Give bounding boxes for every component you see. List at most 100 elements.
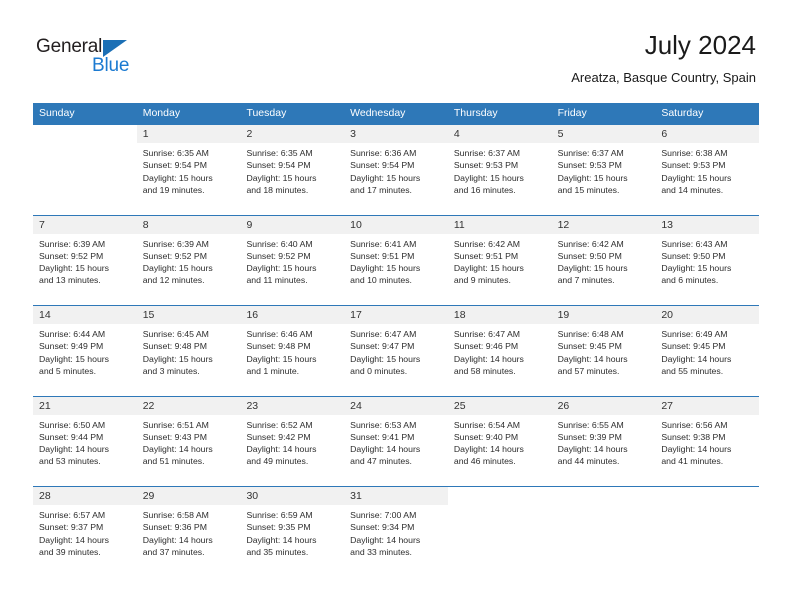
daylight-text-line2: and 57 minutes. <box>557 365 620 376</box>
daylight-text-line2: and 14 minutes. <box>661 184 724 195</box>
sunset-text: Sunset: 9:38 PM <box>661 431 726 442</box>
daylight-text-line1: Daylight: 15 hours <box>557 263 628 274</box>
day-number: 26 <box>557 399 570 412</box>
day-cell[interactable]: 9 Sunrise: 6:40 AM Sunset: 9:52 PM Dayli… <box>240 215 345 305</box>
day-details: Sunrise: 6:50 AM Sunset: 9:44 PM Dayligh… <box>33 415 137 468</box>
daylight-text-line1: Daylight: 14 hours <box>39 534 110 545</box>
sunset-text: Sunset: 9:53 PM <box>557 160 622 171</box>
daylight-text-line1: Daylight: 15 hours <box>557 172 628 183</box>
calendar-grid: Sunday Monday Tuesday Wednesday Thursday… <box>33 103 760 577</box>
day-cell[interactable]: 5 Sunrise: 6:37 AM Sunset: 9:53 PM Dayli… <box>551 125 656 215</box>
day-cell[interactable] <box>447 487 552 577</box>
day-number-band: 30 <box>240 487 345 505</box>
sunset-text: Sunset: 9:42 PM <box>246 431 311 442</box>
weekday-header-saturday: Saturday <box>661 107 704 119</box>
day-cell[interactable]: 6 Sunrise: 6:38 AM Sunset: 9:53 PM Dayli… <box>655 125 760 215</box>
day-details <box>655 505 759 509</box>
day-cell[interactable]: 16 Sunrise: 6:46 AM Sunset: 9:48 PM Dayl… <box>240 306 345 396</box>
day-cell[interactable]: 23 Sunrise: 6:52 AM Sunset: 9:42 PM Dayl… <box>240 396 345 486</box>
daylight-text-line2: and 12 minutes. <box>142 275 205 286</box>
daylight-text-line2: and 0 minutes. <box>350 365 408 376</box>
day-cell[interactable]: 11 Sunrise: 6:42 AM Sunset: 9:51 PM Dayl… <box>447 215 552 305</box>
daylight-text-line2: and 46 minutes. <box>453 456 516 467</box>
day-cell[interactable]: 4 Sunrise: 6:37 AM Sunset: 9:53 PM Dayli… <box>447 125 552 215</box>
daylight-text-line1: Daylight: 15 hours <box>246 263 317 274</box>
daylight-text-line1: Daylight: 15 hours <box>142 263 213 274</box>
day-cell[interactable]: 13 Sunrise: 6:43 AM Sunset: 9:50 PM Dayl… <box>655 215 760 305</box>
daylight-text-line1: Daylight: 14 hours <box>350 444 421 455</box>
sunset-text: Sunset: 9:54 PM <box>246 160 311 171</box>
day-cell[interactable] <box>551 487 656 577</box>
day-cell[interactable]: 18 Sunrise: 6:47 AM Sunset: 9:46 PM Dayl… <box>447 306 552 396</box>
day-cell[interactable] <box>655 487 760 577</box>
day-number-band: 14 <box>33 306 137 324</box>
day-cell[interactable]: 21 Sunrise: 6:50 AM Sunset: 9:44 PM Dayl… <box>33 396 137 486</box>
day-cell[interactable]: 2 Sunrise: 6:35 AM Sunset: 9:54 PM Dayli… <box>240 125 345 215</box>
day-details: Sunrise: 6:46 AM Sunset: 9:48 PM Dayligh… <box>240 324 344 377</box>
day-number-band: 3 <box>344 125 448 143</box>
day-cell[interactable]: 27 Sunrise: 6:56 AM Sunset: 9:38 PM Dayl… <box>655 396 760 486</box>
day-details: Sunrise: 6:48 AM Sunset: 9:45 PM Dayligh… <box>552 324 656 377</box>
sunrise-text: Sunrise: 6:52 AM <box>246 419 313 430</box>
daylight-text-line1: Daylight: 15 hours <box>246 172 317 183</box>
day-cell[interactable]: 10 Sunrise: 6:41 AM Sunset: 9:51 PM Dayl… <box>344 215 448 305</box>
day-cell[interactable] <box>33 125 137 215</box>
day-number-band: 1 <box>136 125 241 143</box>
weekday-header-row: Sunday Monday Tuesday Wednesday Thursday… <box>33 103 759 124</box>
day-number: 28 <box>39 490 51 502</box>
day-details: Sunrise: 6:37 AM Sunset: 9:53 PM Dayligh… <box>448 143 552 196</box>
day-cell[interactable]: 31 Sunrise: 7:00 AM Sunset: 9:34 PM Dayl… <box>344 487 448 577</box>
day-cell[interactable]: 17 Sunrise: 6:47 AM Sunset: 9:47 PM Dayl… <box>344 306 448 396</box>
daylight-text-line1: Daylight: 15 hours <box>350 172 421 183</box>
day-number-band: 25 <box>447 396 552 415</box>
sunrise-text: Sunrise: 6:48 AM <box>557 329 624 339</box>
day-cell[interactable]: 3 Sunrise: 6:36 AM Sunset: 9:54 PM Dayli… <box>344 125 448 215</box>
day-cell[interactable]: 22 Sunrise: 6:51 AM Sunset: 9:43 PM Dayl… <box>136 396 241 486</box>
day-details: Sunrise: 6:54 AM Sunset: 9:40 PM Dayligh… <box>448 415 552 468</box>
daylight-text-line2: and 49 minutes. <box>246 456 309 467</box>
daylight-text-line2: and 33 minutes. <box>350 546 412 557</box>
day-cell[interactable]: 30 Sunrise: 6:59 AM Sunset: 9:35 PM Dayl… <box>240 487 345 577</box>
day-cell[interactable]: 1 Sunrise: 6:35 AM Sunset: 9:54 PM Dayli… <box>136 125 241 215</box>
daylight-text-line2: and 44 minutes. <box>557 456 620 467</box>
day-cell[interactable]: 7 Sunrise: 6:39 AM Sunset: 9:52 PM Dayli… <box>33 215 137 305</box>
sunrise-text: Sunrise: 6:35 AM <box>142 148 209 158</box>
day-cell[interactable]: 28 Sunrise: 6:57 AM Sunset: 9:37 PM Dayl… <box>33 487 137 577</box>
day-cell[interactable]: 8 Sunrise: 6:39 AM Sunset: 9:52 PM Dayli… <box>136 215 241 305</box>
sunset-text: Sunset: 9:43 PM <box>142 431 207 442</box>
day-details: Sunrise: 6:35 AM Sunset: 9:54 PM Dayligh… <box>137 143 241 196</box>
day-cell[interactable]: 26 Sunrise: 6:55 AM Sunset: 9:39 PM Dayl… <box>551 396 656 486</box>
daylight-text-line1: Daylight: 15 hours <box>453 263 524 274</box>
general-blue-logo: General Blue <box>36 36 146 80</box>
sunrise-text: Sunrise: 6:47 AM <box>350 329 417 339</box>
weekday-header-tuesday: Tuesday <box>246 107 287 119</box>
daylight-text-line1: Daylight: 15 hours <box>350 263 421 274</box>
logo-text-blue: Blue <box>92 55 130 76</box>
day-cell[interactable]: 29 Sunrise: 6:58 AM Sunset: 9:36 PM Dayl… <box>136 487 241 577</box>
weekday-header-monday: Monday <box>142 107 181 119</box>
daylight-text-line1: Daylight: 14 hours <box>453 353 524 364</box>
calendar-page: General Blue July 2024 Areatza, Basque C… <box>0 0 792 612</box>
day-cell[interactable]: 19 Sunrise: 6:48 AM Sunset: 9:45 PM Dayl… <box>551 306 656 396</box>
daylight-text-line2: and 37 minutes. <box>142 546 205 557</box>
day-number: 1 <box>142 128 149 140</box>
sunrise-text: Sunrise: 6:49 AM <box>661 329 728 339</box>
day-number: 2 <box>246 128 253 140</box>
day-details: Sunrise: 6:40 AM Sunset: 9:52 PM Dayligh… <box>240 234 344 287</box>
daylight-text-line1: Daylight: 15 hours <box>39 353 110 364</box>
sunset-text: Sunset: 9:52 PM <box>142 250 207 261</box>
daylight-text-line1: Daylight: 14 hours <box>453 444 524 455</box>
day-cell[interactable]: 24 Sunrise: 6:53 AM Sunset: 9:41 PM Dayl… <box>344 396 448 486</box>
day-cell[interactable]: 15 Sunrise: 6:45 AM Sunset: 9:48 PM Dayl… <box>136 306 241 396</box>
day-cell[interactable]: 25 Sunrise: 6:54 AM Sunset: 9:40 PM Dayl… <box>447 396 552 486</box>
day-cell[interactable]: 14 Sunrise: 6:44 AM Sunset: 9:49 PM Dayl… <box>33 306 137 396</box>
daylight-text-line2: and 51 minutes. <box>142 456 205 467</box>
sunset-text: Sunset: 9:46 PM <box>453 341 519 352</box>
sunset-text: Sunset: 9:41 PM <box>350 431 415 442</box>
sunset-text: Sunset: 9:37 PM <box>39 522 104 533</box>
day-number-band: 16 <box>240 306 345 324</box>
sunset-text: Sunset: 9:52 PM <box>246 250 311 261</box>
day-details: Sunrise: 6:59 AM Sunset: 9:35 PM Dayligh… <box>240 505 344 558</box>
day-cell[interactable]: 20 Sunrise: 6:49 AM Sunset: 9:45 PM Dayl… <box>655 306 760 396</box>
day-cell[interactable]: 12 Sunrise: 6:42 AM Sunset: 9:50 PM Dayl… <box>551 215 656 305</box>
